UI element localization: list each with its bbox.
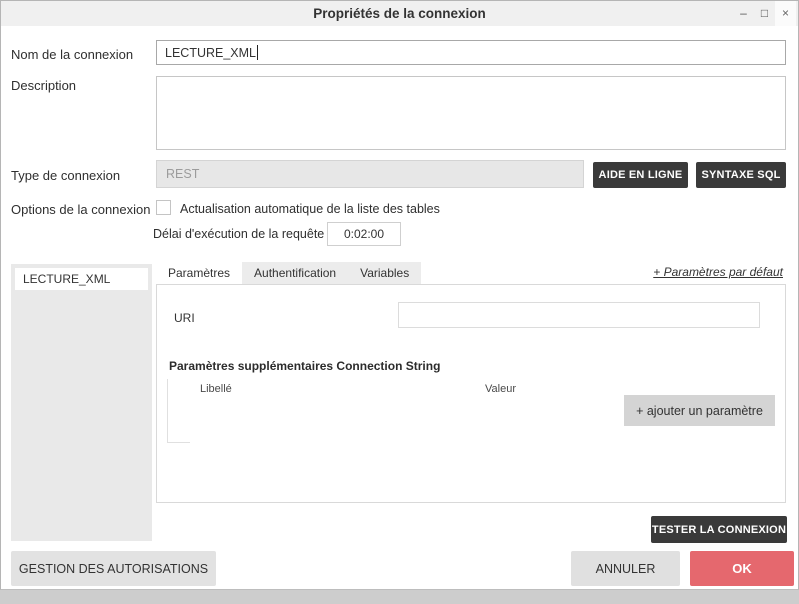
description-textarea[interactable] bbox=[156, 76, 786, 150]
connection-type-input: REST bbox=[156, 160, 584, 188]
connection-type-label: Type de connexion bbox=[11, 168, 121, 183]
uri-input[interactable] bbox=[398, 302, 760, 328]
sql-syntax-button[interactable]: SYNTAXE SQL bbox=[696, 162, 786, 188]
connection-list-item[interactable]: LECTURE_XML bbox=[15, 268, 148, 290]
tab-parametres[interactable]: Paramètres bbox=[156, 262, 243, 284]
manage-permissions-button[interactable]: GESTION DES AUTORISATIONS bbox=[11, 551, 216, 586]
connection-properties-dialog: Propriétés de la connexion – □ × Nom de … bbox=[0, 0, 799, 590]
parameters-tab-content: URI Paramètres supplémentaires Connectio… bbox=[156, 284, 786, 503]
ok-button[interactable]: OK bbox=[690, 551, 794, 586]
column-header-label: Libellé bbox=[200, 383, 232, 395]
auto-refresh-label: Actualisation automatique de la liste de… bbox=[180, 202, 440, 216]
close-icon[interactable]: × bbox=[775, 1, 796, 26]
timeout-input[interactable] bbox=[327, 222, 401, 246]
text-cursor bbox=[257, 45, 258, 60]
extra-parameters-title: Paramètres supplémentaires Connection St… bbox=[169, 359, 441, 373]
column-header-value: Valeur bbox=[485, 383, 516, 395]
connection-list-panel: LECTURE_XML bbox=[11, 264, 152, 541]
window-controls: – □ × bbox=[733, 1, 796, 26]
tab-bar: Paramètres Authentification Variables bbox=[156, 262, 422, 284]
online-help-button[interactable]: AIDE EN LIGNE bbox=[593, 162, 688, 188]
auto-refresh-checkbox[interactable] bbox=[156, 200, 171, 215]
add-parameter-button[interactable]: + ajouter un paramètre bbox=[624, 395, 775, 426]
tab-variables[interactable]: Variables bbox=[348, 262, 422, 284]
tab-authentification[interactable]: Authentification bbox=[242, 262, 349, 284]
name-label: Nom de la connexion bbox=[11, 47, 134, 62]
test-connection-button[interactable]: TESTER LA CONNEXION bbox=[651, 516, 787, 543]
connection-name-value: LECTURE_XML bbox=[165, 45, 256, 60]
cancel-button[interactable]: ANNULER bbox=[571, 551, 680, 586]
connection-name-input[interactable]: LECTURE_XML bbox=[156, 40, 786, 65]
timeout-label: Délai d'exécution de la requête bbox=[153, 227, 325, 241]
uri-label: URI bbox=[174, 311, 195, 325]
maximize-icon[interactable]: □ bbox=[754, 1, 775, 26]
description-label: Description bbox=[11, 78, 77, 93]
titlebar: Propriétés de la connexion – □ × bbox=[1, 1, 798, 26]
dialog-title: Propriétés de la connexion bbox=[313, 6, 486, 21]
parameters-table-edge bbox=[167, 379, 190, 443]
minimize-icon[interactable]: – bbox=[733, 1, 754, 26]
default-parameters-link[interactable]: + Paramètres par défaut bbox=[653, 265, 783, 279]
connection-options-label: Options de la connexion bbox=[11, 202, 151, 217]
